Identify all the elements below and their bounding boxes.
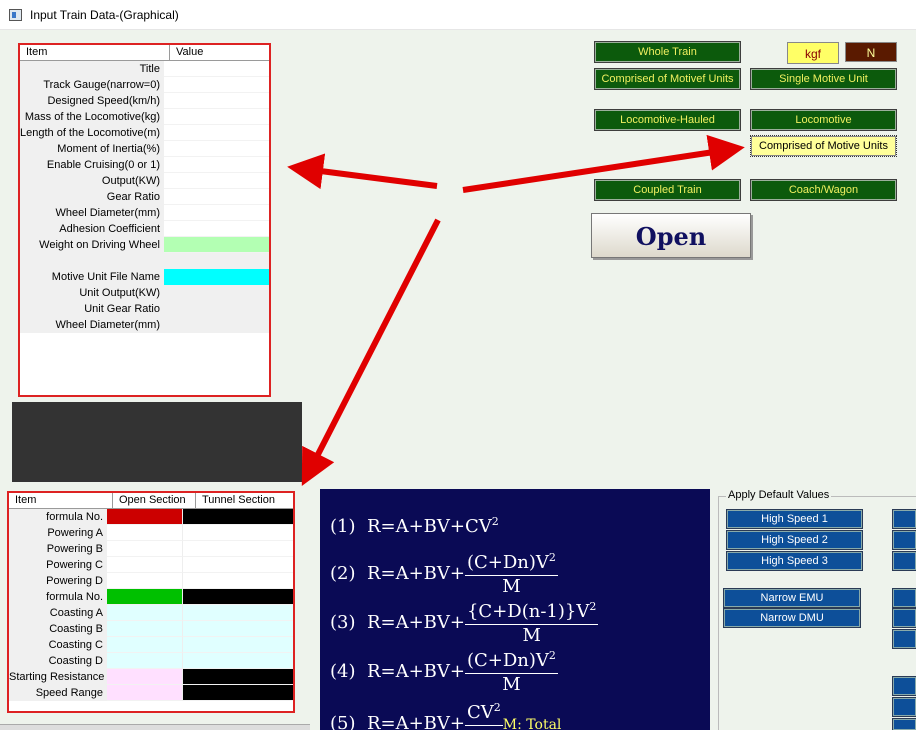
- open-section-cell[interactable]: [107, 557, 183, 573]
- open-section-cell[interactable]: [107, 637, 183, 653]
- formula-4: (4) R=A+BV+ (C+Dn)V2 M: [330, 649, 558, 695]
- open-section-cell[interactable]: [107, 541, 183, 557]
- resistance-grid-row-label: Speed Range: [9, 685, 107, 701]
- tunnel-section-cell[interactable]: [183, 653, 293, 669]
- open-section-cell[interactable]: [107, 573, 183, 589]
- resistance-grid-row-label: Coasting B: [9, 621, 107, 637]
- resistance-grid-row-label: Coasting C: [9, 637, 107, 653]
- default-button-col2-5[interactable]: [892, 608, 916, 628]
- resistance-grid-row-label: formula No.: [9, 589, 107, 605]
- default-button-col2-7[interactable]: [892, 676, 916, 696]
- tunnel-section-cell[interactable]: [183, 525, 293, 541]
- formula-2: (2) R=A+BV+ (C+Dn)V2 M: [330, 551, 558, 597]
- default-button-col2-4[interactable]: [892, 588, 916, 608]
- header-tunnel-section: Tunnel Section: [202, 494, 275, 506]
- arrow-to-comprised-button: [462, 134, 745, 193]
- apply-default-values-title: Apply Default Values: [726, 489, 832, 501]
- resistance-grid-row[interactable]: Starting Resistance: [9, 669, 293, 685]
- resistance-grid-row[interactable]: Powering A: [9, 525, 293, 541]
- open-section-cell[interactable]: [107, 669, 183, 685]
- resistance-grid-header: Item Open Section Tunnel Section: [9, 493, 293, 509]
- high-speed-1-button[interactable]: High Speed 1: [726, 509, 863, 529]
- tunnel-section-cell[interactable]: [183, 669, 293, 685]
- resistance-grid-row[interactable]: Coasting D: [9, 653, 293, 669]
- default-button-col2-6[interactable]: [892, 629, 916, 649]
- tunnel-section-cell[interactable]: [183, 509, 293, 525]
- tunnel-section-cell[interactable]: [183, 589, 293, 605]
- arrow-to-resistance-grid: [301, 218, 441, 487]
- resistance-grid-row-label: Powering C: [9, 557, 107, 573]
- high-speed-2-button[interactable]: High Speed 2: [726, 530, 863, 550]
- resistance-grid-row[interactable]: Powering D: [9, 573, 293, 589]
- resistance-grid-row[interactable]: Coasting C: [9, 637, 293, 653]
- tunnel-section-cell[interactable]: [183, 557, 293, 573]
- default-button-col2-1[interactable]: [892, 509, 916, 529]
- formula-5: (5) R=A+BV+ CV2 M: Total: [330, 701, 562, 730]
- resistance-grid-row-label: Coasting D: [9, 653, 107, 669]
- header-item: Item: [9, 493, 113, 508]
- default-button-col2-3[interactable]: [892, 551, 916, 571]
- default-button-col2-8[interactable]: [892, 697, 916, 717]
- resistance-grid-row-label: Powering D: [9, 573, 107, 589]
- tunnel-section-cell[interactable]: [183, 573, 293, 589]
- header-open-section: Open Section: [113, 493, 196, 508]
- resistance-grid-row[interactable]: formula No.: [9, 509, 293, 525]
- formula-3: (3) R=A+BV+ {C+D(n-1)}V2 M: [330, 600, 599, 646]
- resistance-grid-row[interactable]: Speed Range: [9, 685, 293, 701]
- open-section-cell[interactable]: [107, 525, 183, 541]
- resistance-grid-row-label: Coasting A: [9, 605, 107, 621]
- bottom-scroll-strip: [0, 724, 310, 730]
- open-section-cell[interactable]: [107, 621, 183, 637]
- tunnel-section-cell[interactable]: [183, 621, 293, 637]
- open-section-cell[interactable]: [107, 685, 183, 701]
- arrow-to-train-grid: [287, 153, 438, 190]
- tunnel-section-cell[interactable]: [183, 637, 293, 653]
- resistance-grid[interactable]: Item Open Section Tunnel Section formula…: [7, 491, 295, 713]
- resistance-grid-row-label: formula No.: [9, 509, 107, 525]
- tunnel-section-cell[interactable]: [183, 685, 293, 701]
- tunnel-section-cell[interactable]: [183, 541, 293, 557]
- high-speed-3-button[interactable]: High Speed 3: [726, 551, 863, 571]
- open-section-cell[interactable]: [107, 653, 183, 669]
- resistance-grid-row[interactable]: Coasting A: [9, 605, 293, 621]
- open-section-cell[interactable]: [107, 589, 183, 605]
- default-button-col2-9[interactable]: [892, 718, 916, 730]
- resistance-grid-row-label: Powering B: [9, 541, 107, 557]
- resistance-grid-row[interactable]: Powering C: [9, 557, 293, 573]
- resistance-grid-row[interactable]: Coasting B: [9, 621, 293, 637]
- resistance-grid-row-label: Starting Resistance: [9, 669, 107, 685]
- resistance-grid-row-label: Powering A: [9, 525, 107, 541]
- resistance-grid-row[interactable]: formula No.: [9, 589, 293, 605]
- narrow-emu-button[interactable]: Narrow EMU: [723, 588, 861, 608]
- open-section-cell[interactable]: [107, 509, 183, 525]
- resistance-grid-row[interactable]: Powering B: [9, 541, 293, 557]
- open-section-cell[interactable]: [107, 605, 183, 621]
- tunnel-section-cell[interactable]: [183, 605, 293, 621]
- formula-1: (1) R=A+BV+CV2: [330, 515, 499, 537]
- formula-panel: (1) R=A+BV+CV2 (2) R=A+BV+ (C+Dn)V2 M (3) …: [320, 489, 710, 730]
- default-button-col2-2[interactable]: [892, 530, 916, 550]
- narrow-dmu-button[interactable]: Narrow DMU: [723, 608, 861, 628]
